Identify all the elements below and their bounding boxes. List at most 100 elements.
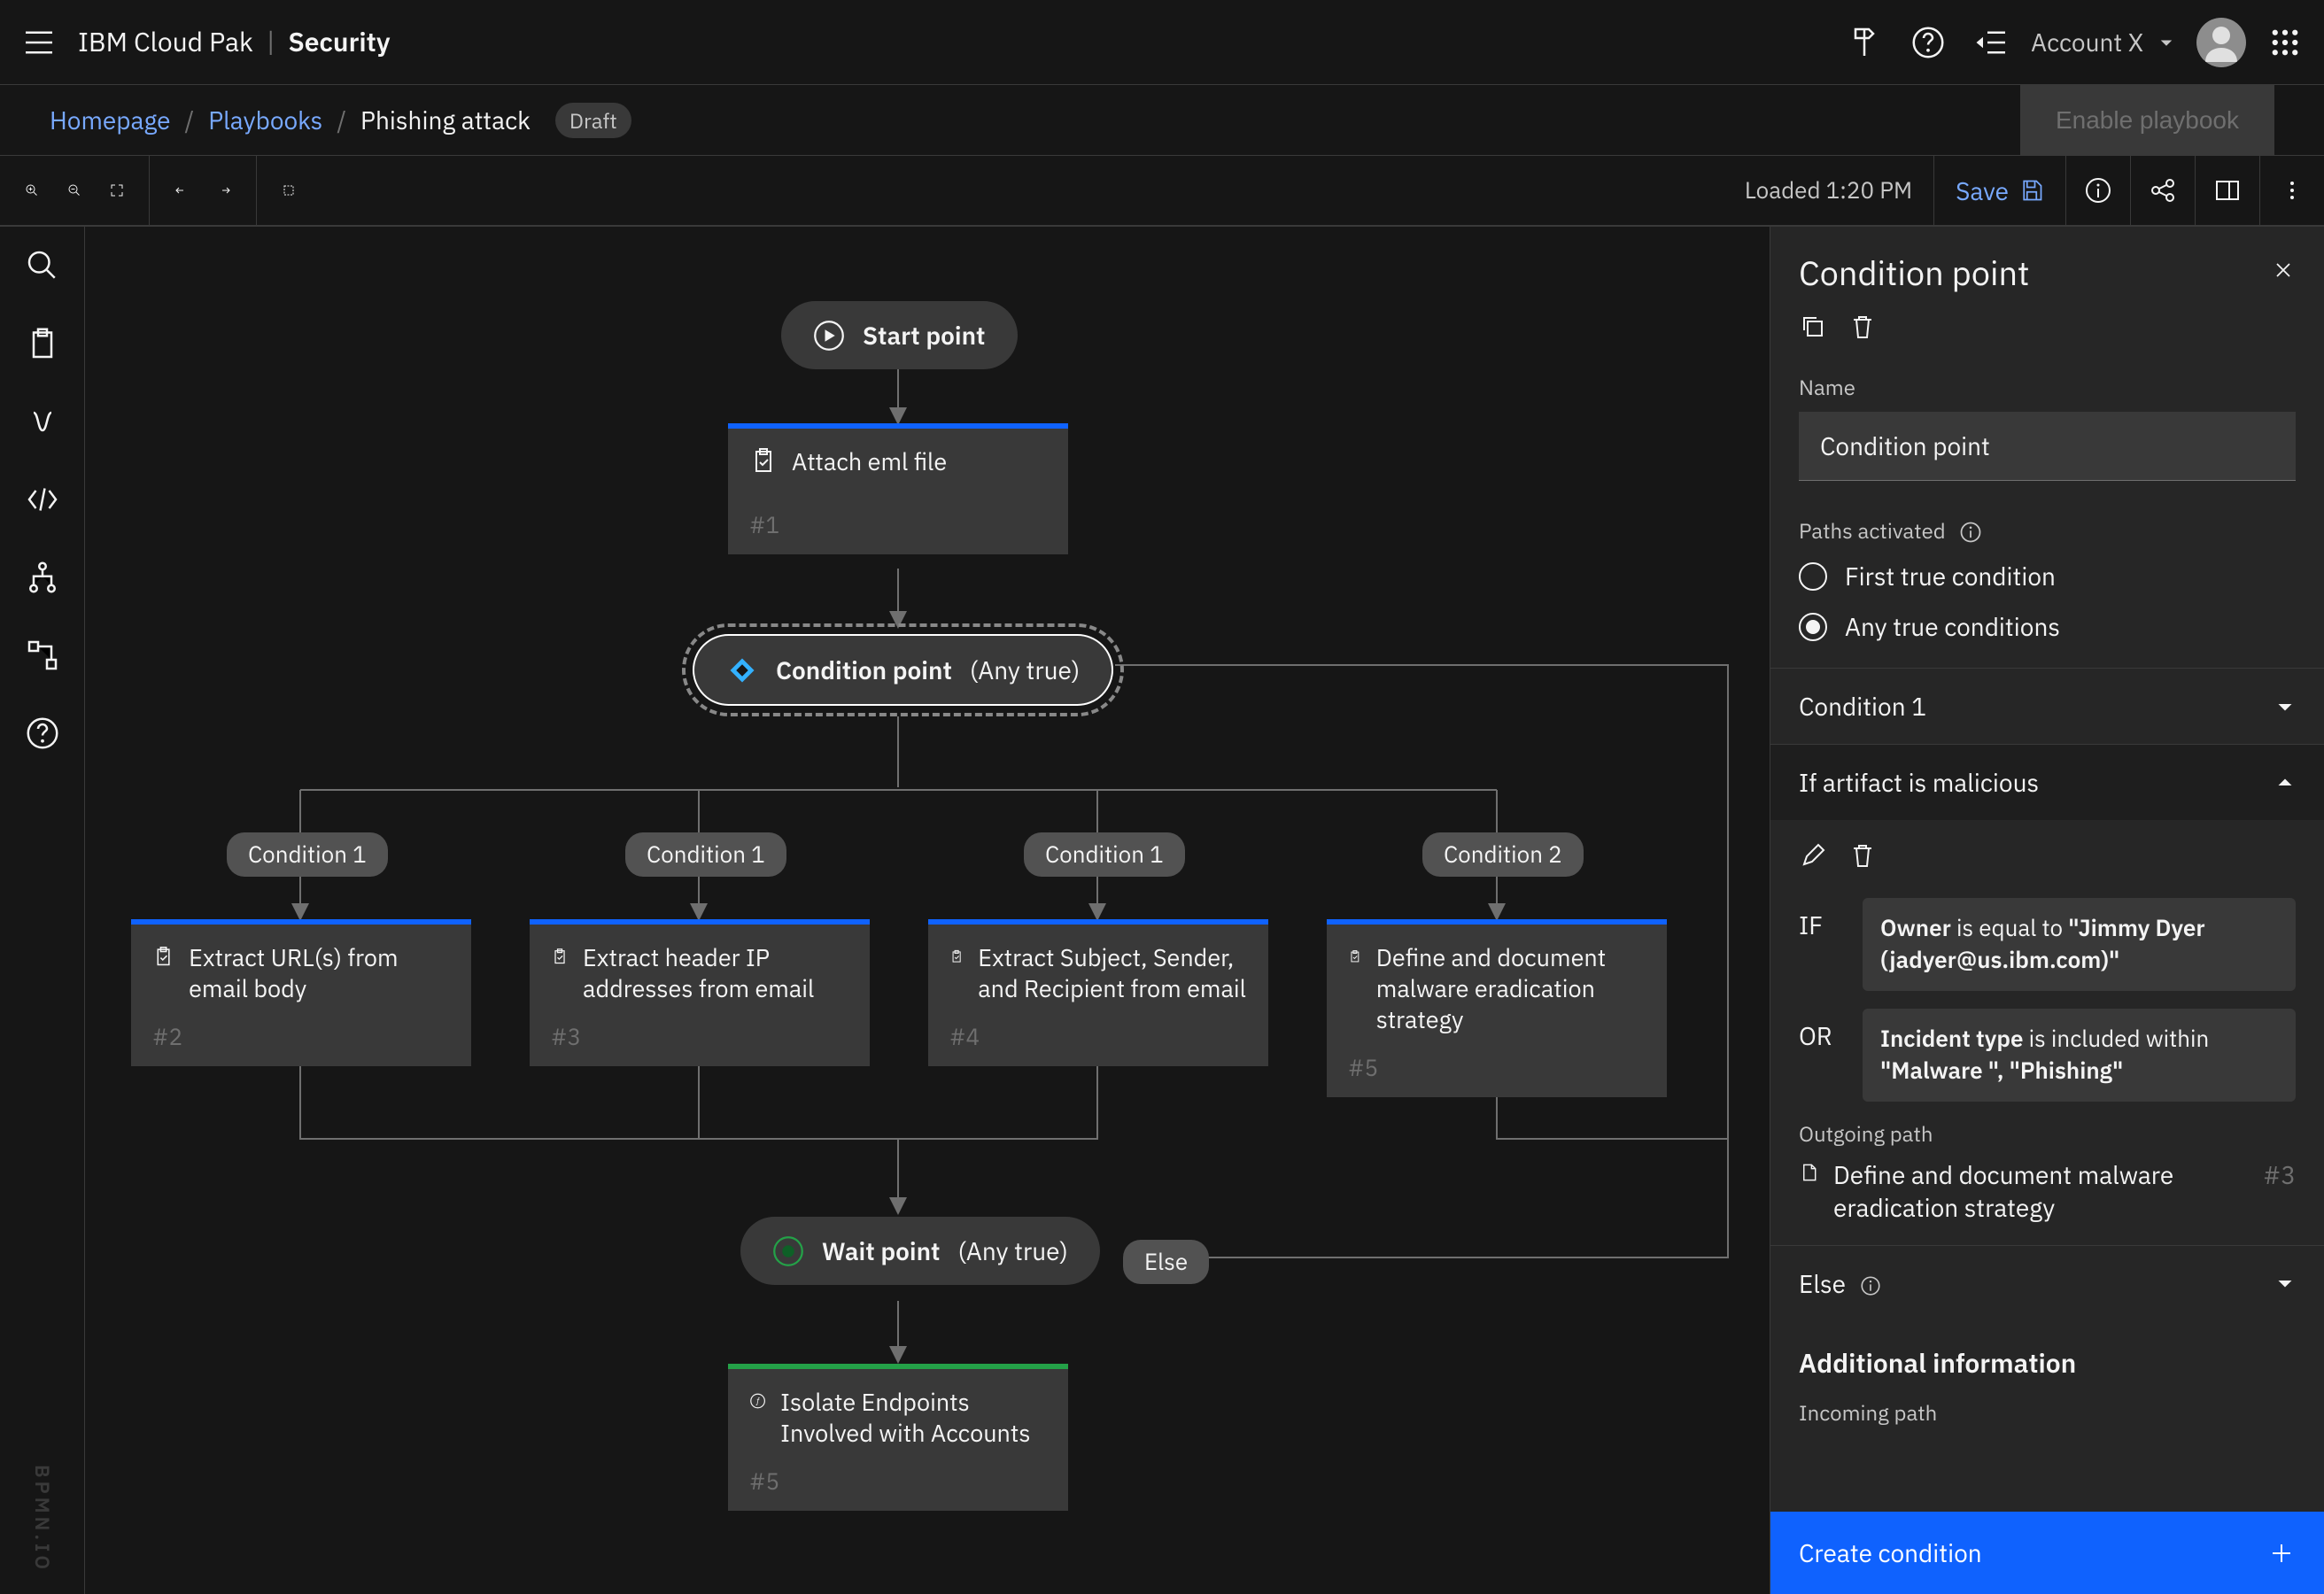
indent-icon[interactable] (1974, 25, 2010, 60)
svg-text:f: f (755, 1395, 760, 1406)
undo-icon[interactable] (164, 173, 199, 208)
accordion-condition-1[interactable]: Condition 1 (1770, 669, 2324, 744)
add-icon (2267, 1539, 2296, 1567)
breadcrumb-playbooks[interactable]: Playbooks (208, 104, 322, 136)
condition-pill-incident-type[interactable]: Incident type is included within "Malwar… (1863, 1009, 2296, 1102)
status-badge: Draft (555, 103, 631, 138)
task-define-eradication[interactable]: Define and document malware eradication … (1327, 919, 1667, 1097)
condition-point-node[interactable]: Condition point (Any true) (693, 634, 1113, 706)
zoom-out-icon[interactable] (57, 173, 92, 208)
account-name: Account X (2031, 26, 2143, 58)
account-switcher[interactable]: Account X (2031, 26, 2175, 58)
app-switcher-icon[interactable] (2267, 25, 2303, 60)
branch-label-1[interactable]: Condition 1 (227, 832, 388, 877)
start-node[interactable]: Start point (781, 301, 1018, 369)
function-node-icon: f (749, 1387, 766, 1415)
additional-info-heading: Additional information (1799, 1346, 2296, 1381)
accordion-else[interactable]: Else (1770, 1246, 2324, 1321)
task-extract-urls[interactable]: Extract URL(s) from email body #2 (131, 919, 471, 1066)
loaded-timestamp: Loaded 1:20 PM (1745, 175, 1912, 205)
clipboard-check-icon (152, 942, 174, 971)
clipboard-check-icon (551, 942, 569, 971)
trash-icon[interactable] (1848, 841, 1877, 877)
paths-activated-label: Paths activated (1799, 516, 1946, 545)
workflow-icon[interactable] (25, 638, 60, 673)
branch-label-4[interactable]: Condition 2 (1422, 832, 1584, 877)
clipboard-check-icon (749, 446, 778, 475)
chevron-down-icon (2157, 34, 2175, 51)
brand-product: IBM Cloud Pak (78, 25, 253, 59)
outgoing-path-row[interactable]: Define and document malware eradication … (1799, 1158, 2296, 1224)
diamond-icon (726, 654, 758, 686)
header-icons (1847, 25, 2010, 60)
name-label: Name (1799, 373, 2296, 401)
trash-icon[interactable] (1848, 313, 1877, 348)
panel-toggle-icon[interactable] (2196, 156, 2260, 225)
panel-title: Condition point (1799, 251, 2029, 295)
properties-panel: Condition point Name Condition point Pat… (1770, 227, 2324, 1594)
name-input[interactable]: Condition point (1799, 412, 2296, 481)
help-rail-icon[interactable] (25, 716, 60, 751)
global-header: IBM Cloud Pak | Security Account X (0, 0, 2324, 85)
fit-screen-icon[interactable] (99, 173, 135, 208)
overflow-menu-icon[interactable] (2260, 156, 2324, 225)
zoom-in-icon[interactable] (14, 173, 50, 208)
radio-any-true[interactable]: Any true conditions (1799, 610, 2296, 643)
branch-label-3[interactable]: Condition 1 (1024, 832, 1185, 877)
task-extract-subject[interactable]: Extract Subject, Sender, and Recipient f… (928, 919, 1268, 1066)
editor-toolbar: Loaded 1:20 PM Save (0, 156, 2324, 227)
accordion-if-malicious[interactable]: If artifact is malicious (1770, 745, 2324, 820)
menu-icon[interactable] (21, 25, 57, 60)
breadcrumb-bar: Homepage / Playbooks / Phishing attack D… (0, 85, 2324, 156)
outgoing-path-label: Outgoing path (1799, 1119, 2296, 1148)
clipboard-check-icon (949, 942, 964, 971)
chevron-down-icon (2274, 1273, 2296, 1294)
task-isolate[interactable]: fIsolate Endpoints Involved with Account… (728, 1364, 1068, 1511)
wait-point-node[interactable]: Wait point (Any true) (740, 1217, 1100, 1285)
save-button[interactable]: Save (1933, 156, 2066, 225)
breadcrumb-home[interactable]: Homepage (50, 104, 170, 136)
search-icon[interactable] (25, 248, 60, 283)
info-icon[interactable] (1859, 1274, 1882, 1297)
if-label: IF (1799, 898, 1841, 941)
redo-icon[interactable] (206, 173, 242, 208)
or-label: OR (1799, 1009, 1841, 1052)
edit-icon[interactable] (1799, 841, 1827, 877)
chevron-up-icon (2274, 772, 2296, 793)
chevron-down-icon (2274, 696, 2296, 717)
code-icon[interactable] (25, 482, 60, 517)
avatar[interactable] (2196, 18, 2246, 67)
tree-icon[interactable] (25, 560, 60, 595)
help-icon[interactable] (1910, 25, 1946, 60)
wait-icon (772, 1235, 804, 1267)
signpost-icon[interactable] (1847, 25, 1882, 60)
document-icon (1799, 1158, 1819, 1187)
breadcrumb: Homepage / Playbooks / Phishing attack D… (50, 103, 631, 138)
play-icon (813, 320, 845, 352)
brand-divider: | (267, 25, 275, 59)
left-rail: BPMN.IO (0, 227, 85, 1594)
bpmn-logo: BPMN.IO (29, 1465, 55, 1573)
clipboard-icon[interactable] (25, 326, 60, 361)
canvas[interactable]: Start point Attach eml file #1 Condition… (85, 227, 1770, 1594)
info-icon[interactable] (2066, 156, 2131, 225)
branch-label-2[interactable]: Condition 1 (625, 832, 786, 877)
enable-playbook-button[interactable]: Enable playbook (2020, 85, 2274, 156)
incoming-path-label: Incoming path (1799, 1398, 2296, 1427)
info-icon[interactable] (1958, 520, 1983, 545)
selection-icon[interactable] (271, 173, 306, 208)
share-icon[interactable] (2131, 156, 2196, 225)
condition-pill-owner[interactable]: Owner is equal to "Jimmy Dyer (jadyer@us… (1863, 898, 2296, 991)
radio-icon (1799, 613, 1827, 641)
task-attach-eml[interactable]: Attach eml file #1 (728, 423, 1068, 554)
close-icon[interactable] (2271, 257, 2296, 290)
task-extract-ip[interactable]: Extract header IP addresses from email #… (530, 919, 870, 1066)
create-condition-button[interactable]: Create condition (1770, 1512, 2324, 1594)
save-icon (2019, 178, 2044, 203)
copy-icon[interactable] (1799, 313, 1827, 348)
else-label[interactable]: Else (1123, 1240, 1209, 1284)
brand: IBM Cloud Pak | Security (78, 25, 391, 59)
function-icon[interactable] (25, 404, 60, 439)
brand-app: Security (288, 25, 390, 59)
radio-first-true[interactable]: First true condition (1799, 560, 2296, 592)
